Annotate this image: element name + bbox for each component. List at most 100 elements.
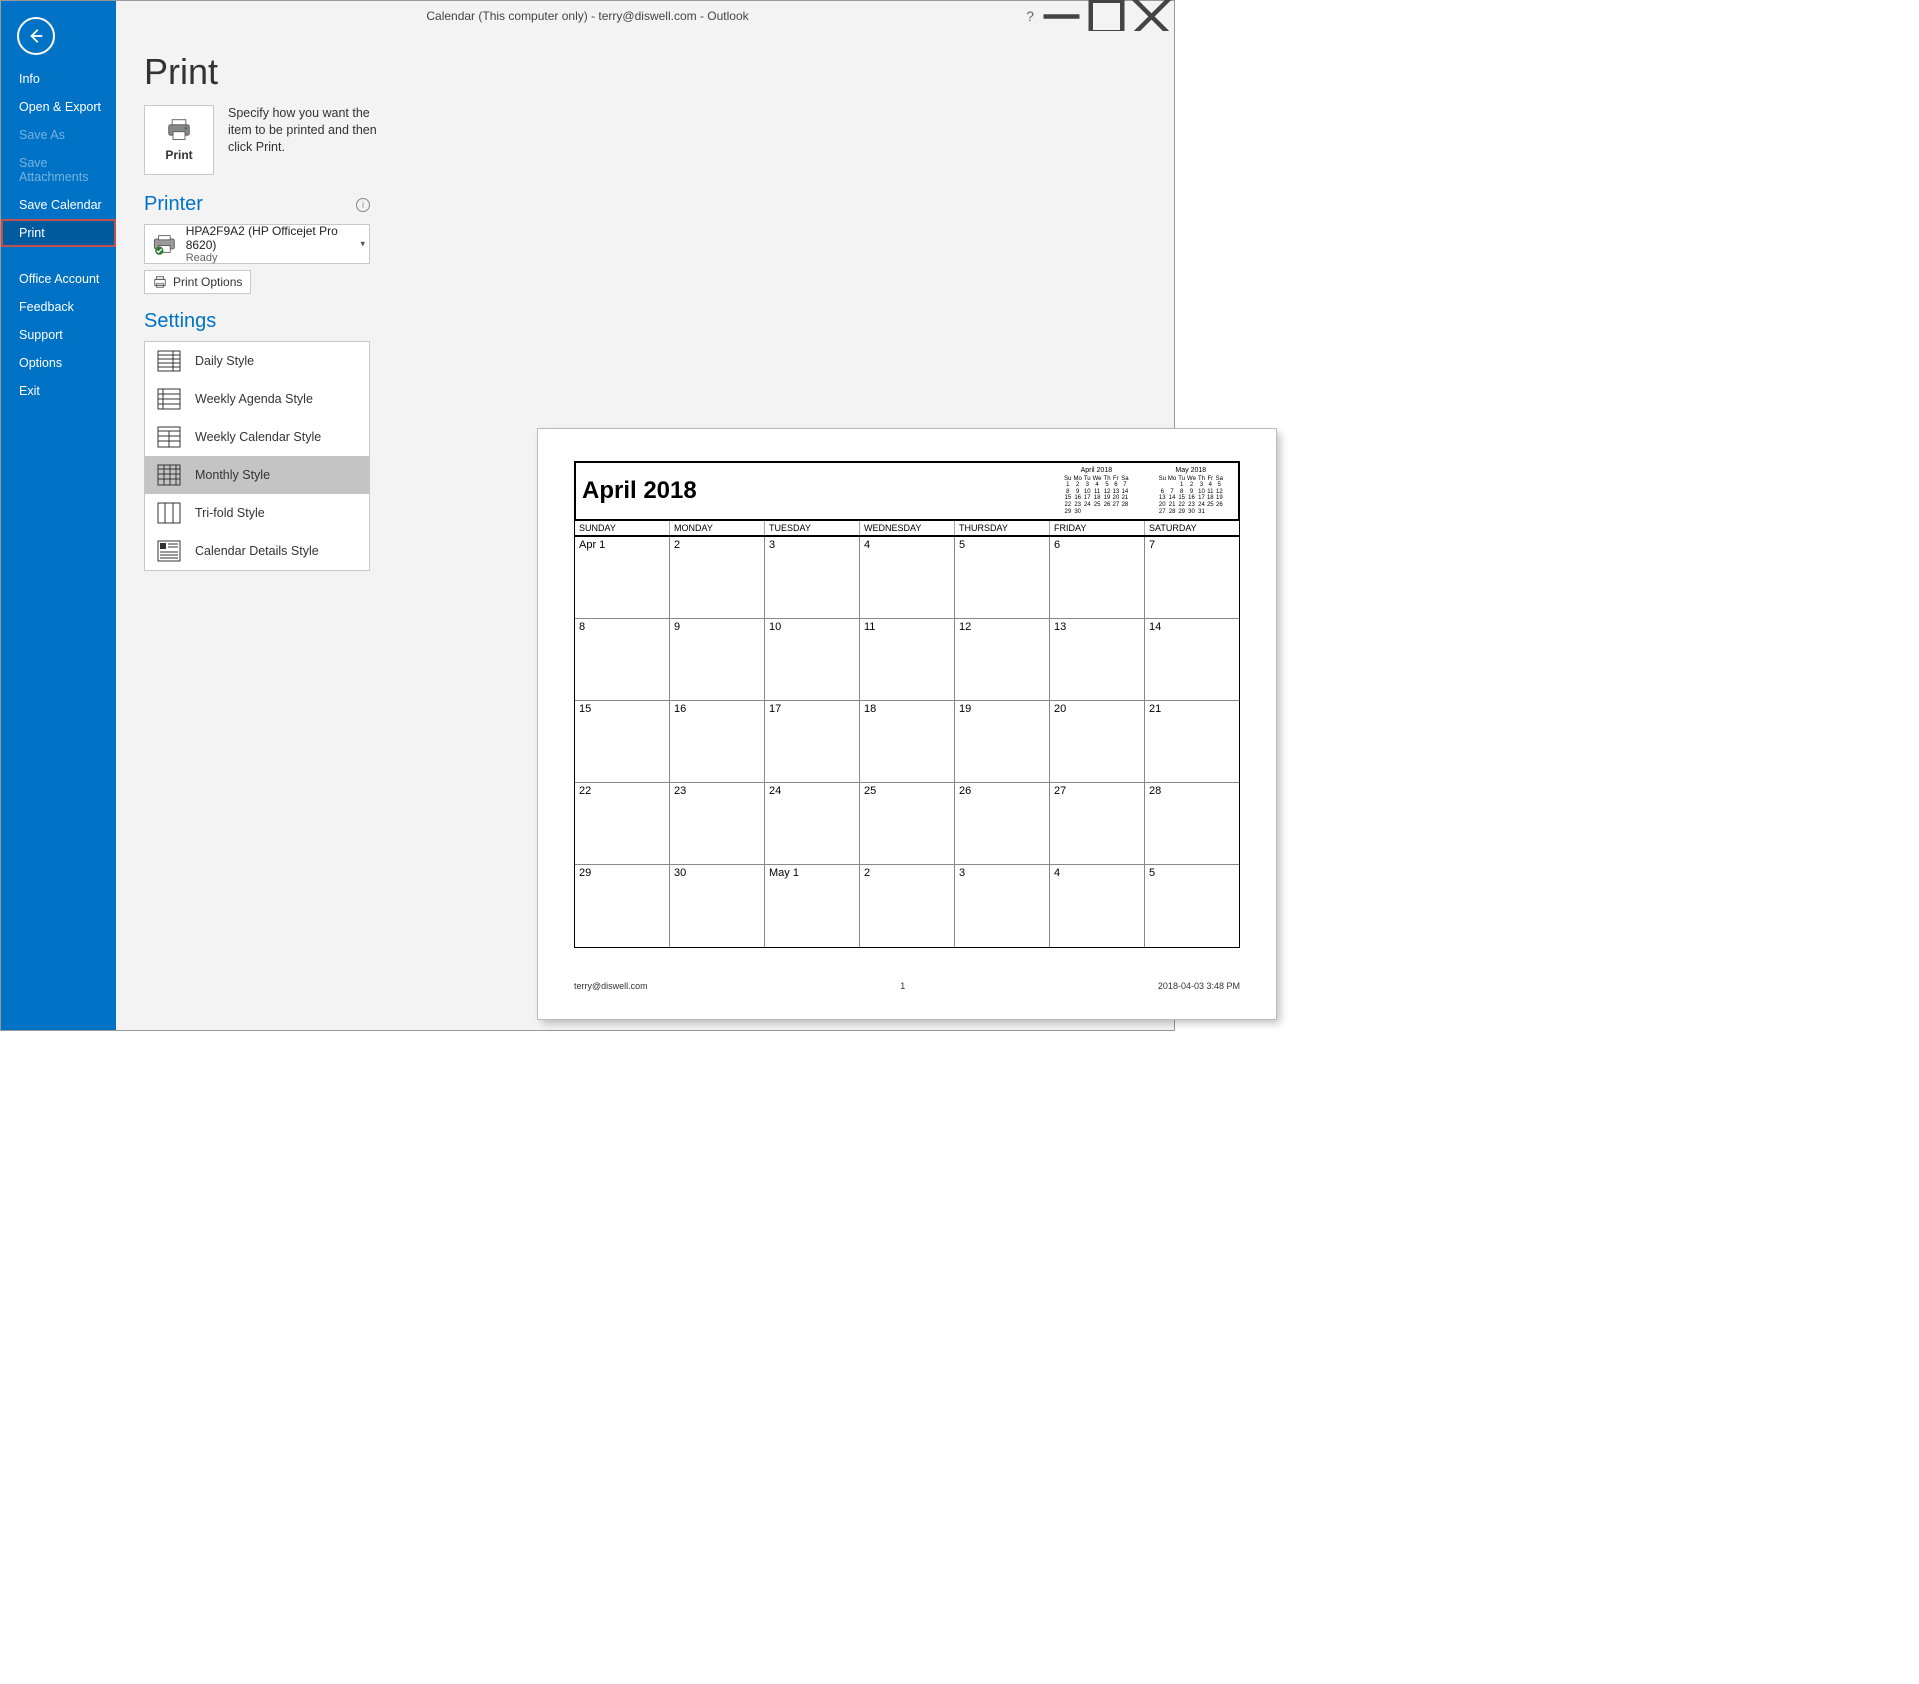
style-calendar-details-style[interactable]: Calendar Details Style xyxy=(145,532,369,570)
settings-styles-list: Daily Style Weekly Agenda Style Weekly Cal… xyxy=(144,341,370,571)
mini-calendars: April 2018SuMoTuWeThFrSa1234567891011121… xyxy=(1063,467,1232,515)
print-button-label: Print xyxy=(165,148,192,162)
style-label: Weekly Calendar Style xyxy=(195,430,321,444)
sidebar-item-support[interactable]: Support xyxy=(1,321,116,349)
calendar-cell: 25 xyxy=(860,783,955,865)
preview-footer-page: 1 xyxy=(900,981,905,991)
calendar-cell: 24 xyxy=(765,783,860,865)
sidebar-item-info[interactable]: Info xyxy=(1,65,116,93)
style-daily-style[interactable]: Daily Style xyxy=(145,342,369,380)
window-controls xyxy=(1039,1,1174,31)
sidebar-item-save-as: Save As xyxy=(1,121,116,149)
style-tri-fold-style[interactable]: Tri-fold Style xyxy=(145,494,369,532)
day-header: WEDNESDAY xyxy=(860,521,955,535)
sidebar-item-save-attachments: Save Attachments xyxy=(1,149,116,191)
calendar-cell: 27 xyxy=(1050,783,1145,865)
day-header: MONDAY xyxy=(670,521,765,535)
help-icon[interactable]: ? xyxy=(1026,8,1034,24)
style-weekly-calendar-style[interactable]: Weekly Calendar Style xyxy=(145,418,369,456)
calendar-cell: 4 xyxy=(860,537,955,619)
calendar-row: 2930May 12345 xyxy=(575,865,1239,947)
calendar-grid: Apr 123456789101112131415161718192021222… xyxy=(574,537,1240,948)
calendar-cell: 5 xyxy=(955,537,1050,619)
calendar-row: 15161718192021 xyxy=(575,701,1239,783)
style-label: Monthly Style xyxy=(195,468,270,482)
style-label: Daily Style xyxy=(195,354,254,368)
calendar-cell: 26 xyxy=(955,783,1050,865)
style-icon xyxy=(157,540,181,562)
style-icon xyxy=(157,350,181,372)
printer-device-icon xyxy=(151,233,178,255)
calendar-cell: 6 xyxy=(1050,537,1145,619)
printer-name: HPA2F9A2 (HP Officejet Pro 8620) xyxy=(186,224,363,252)
calendar-cell: 21 xyxy=(1145,701,1239,783)
style-icon xyxy=(157,502,181,524)
calendar-row: 22232425262728 xyxy=(575,783,1239,865)
preview-footer-email: terry@diswell.com xyxy=(574,981,648,991)
print-description: Specify how you want the item to be prin… xyxy=(228,105,383,175)
style-label: Tri-fold Style xyxy=(195,506,265,520)
maximize-button[interactable] xyxy=(1084,1,1129,31)
calendar-cell: 18 xyxy=(860,701,955,783)
printer-status: Ready xyxy=(186,252,363,264)
calendar-day-headers: SUNDAYMONDAYTUESDAYWEDNESDAYTHURSDAYFRID… xyxy=(574,521,1240,537)
day-header: FRIDAY xyxy=(1050,521,1145,535)
print-options-label: Print Options xyxy=(173,275,242,289)
printer-icon xyxy=(165,118,193,142)
calendar-cell: 22 xyxy=(575,783,670,865)
calendar-cell: 4 xyxy=(1050,865,1145,947)
calendar-cell: 14 xyxy=(1145,619,1239,701)
sidebar-item-print[interactable]: Print xyxy=(1,219,116,247)
sidebar-item-open-export[interactable]: Open & Export xyxy=(1,93,116,121)
minimize-button[interactable] xyxy=(1039,1,1084,31)
backstage-sidebar: InfoOpen & ExportSave AsSave Attachments… xyxy=(1,1,116,1030)
calendar-cell: 9 xyxy=(670,619,765,701)
sidebar-item-office-account[interactable]: Office Account xyxy=(1,265,116,293)
calendar-cell: 30 xyxy=(670,865,765,947)
close-button[interactable] xyxy=(1129,1,1174,31)
calendar-cell: 10 xyxy=(765,619,860,701)
calendar-cell: 19 xyxy=(955,701,1050,783)
style-icon xyxy=(157,464,181,486)
style-icon xyxy=(157,426,181,448)
calendar-cell: 8 xyxy=(575,619,670,701)
calendar-cell: 12 xyxy=(955,619,1050,701)
sidebar-item-options[interactable]: Options xyxy=(1,349,116,377)
calendar-cell: 3 xyxy=(765,537,860,619)
preview-footer-timestamp: 2018-04-03 3:48 PM xyxy=(1158,981,1240,991)
style-label: Calendar Details Style xyxy=(195,544,319,558)
backstage-content: Print Print Specify how you want the ite… xyxy=(116,31,1174,1030)
info-icon[interactable]: i xyxy=(356,198,370,212)
print-options-icon xyxy=(153,275,167,289)
calendar-cell: May 1 xyxy=(765,865,860,947)
sidebar-item-exit[interactable]: Exit xyxy=(1,377,116,405)
calendar-cell: 15 xyxy=(575,701,670,783)
print-options-button[interactable]: Print Options xyxy=(144,270,251,294)
back-button[interactable] xyxy=(17,17,55,55)
mini-calendar: May 2018SuMoTuWeThFrSa123456789101112131… xyxy=(1158,467,1224,515)
day-header: SATURDAY xyxy=(1145,521,1239,535)
calendar-cell: 7 xyxy=(1145,537,1239,619)
print-button[interactable]: Print xyxy=(144,105,214,175)
calendar-row: Apr 1234567 xyxy=(575,537,1239,619)
calendar-cell: 2 xyxy=(670,537,765,619)
calendar-cell: 17 xyxy=(765,701,860,783)
calendar-cell: 3 xyxy=(955,865,1050,947)
calendar-row: 891011121314 xyxy=(575,619,1239,701)
printer-section-header: Printer xyxy=(144,193,203,216)
print-preview: April 2018 April 2018SuMoTuWeThFrSa12345… xyxy=(538,429,1276,1019)
sidebar-item-feedback[interactable]: Feedback xyxy=(1,293,116,321)
day-header: THURSDAY xyxy=(955,521,1050,535)
calendar-cell: 2 xyxy=(860,865,955,947)
sidebar-item-save-calendar[interactable]: Save Calendar xyxy=(1,191,116,219)
style-monthly-style[interactable]: Monthly Style xyxy=(145,456,369,494)
calendar-cell: 16 xyxy=(670,701,765,783)
style-weekly-agenda-style[interactable]: Weekly Agenda Style xyxy=(145,380,369,418)
day-header: TUESDAY xyxy=(765,521,860,535)
calendar-cell: 11 xyxy=(860,619,955,701)
chevron-down-icon: ▾ xyxy=(360,239,365,250)
printer-dropdown[interactable]: HPA2F9A2 (HP Officejet Pro 8620) Ready ▾ xyxy=(144,224,370,264)
calendar-cell: Apr 1 xyxy=(575,537,670,619)
app-window: Calendar (This computer only) - terry@di… xyxy=(0,0,1175,1031)
style-icon xyxy=(157,388,181,410)
